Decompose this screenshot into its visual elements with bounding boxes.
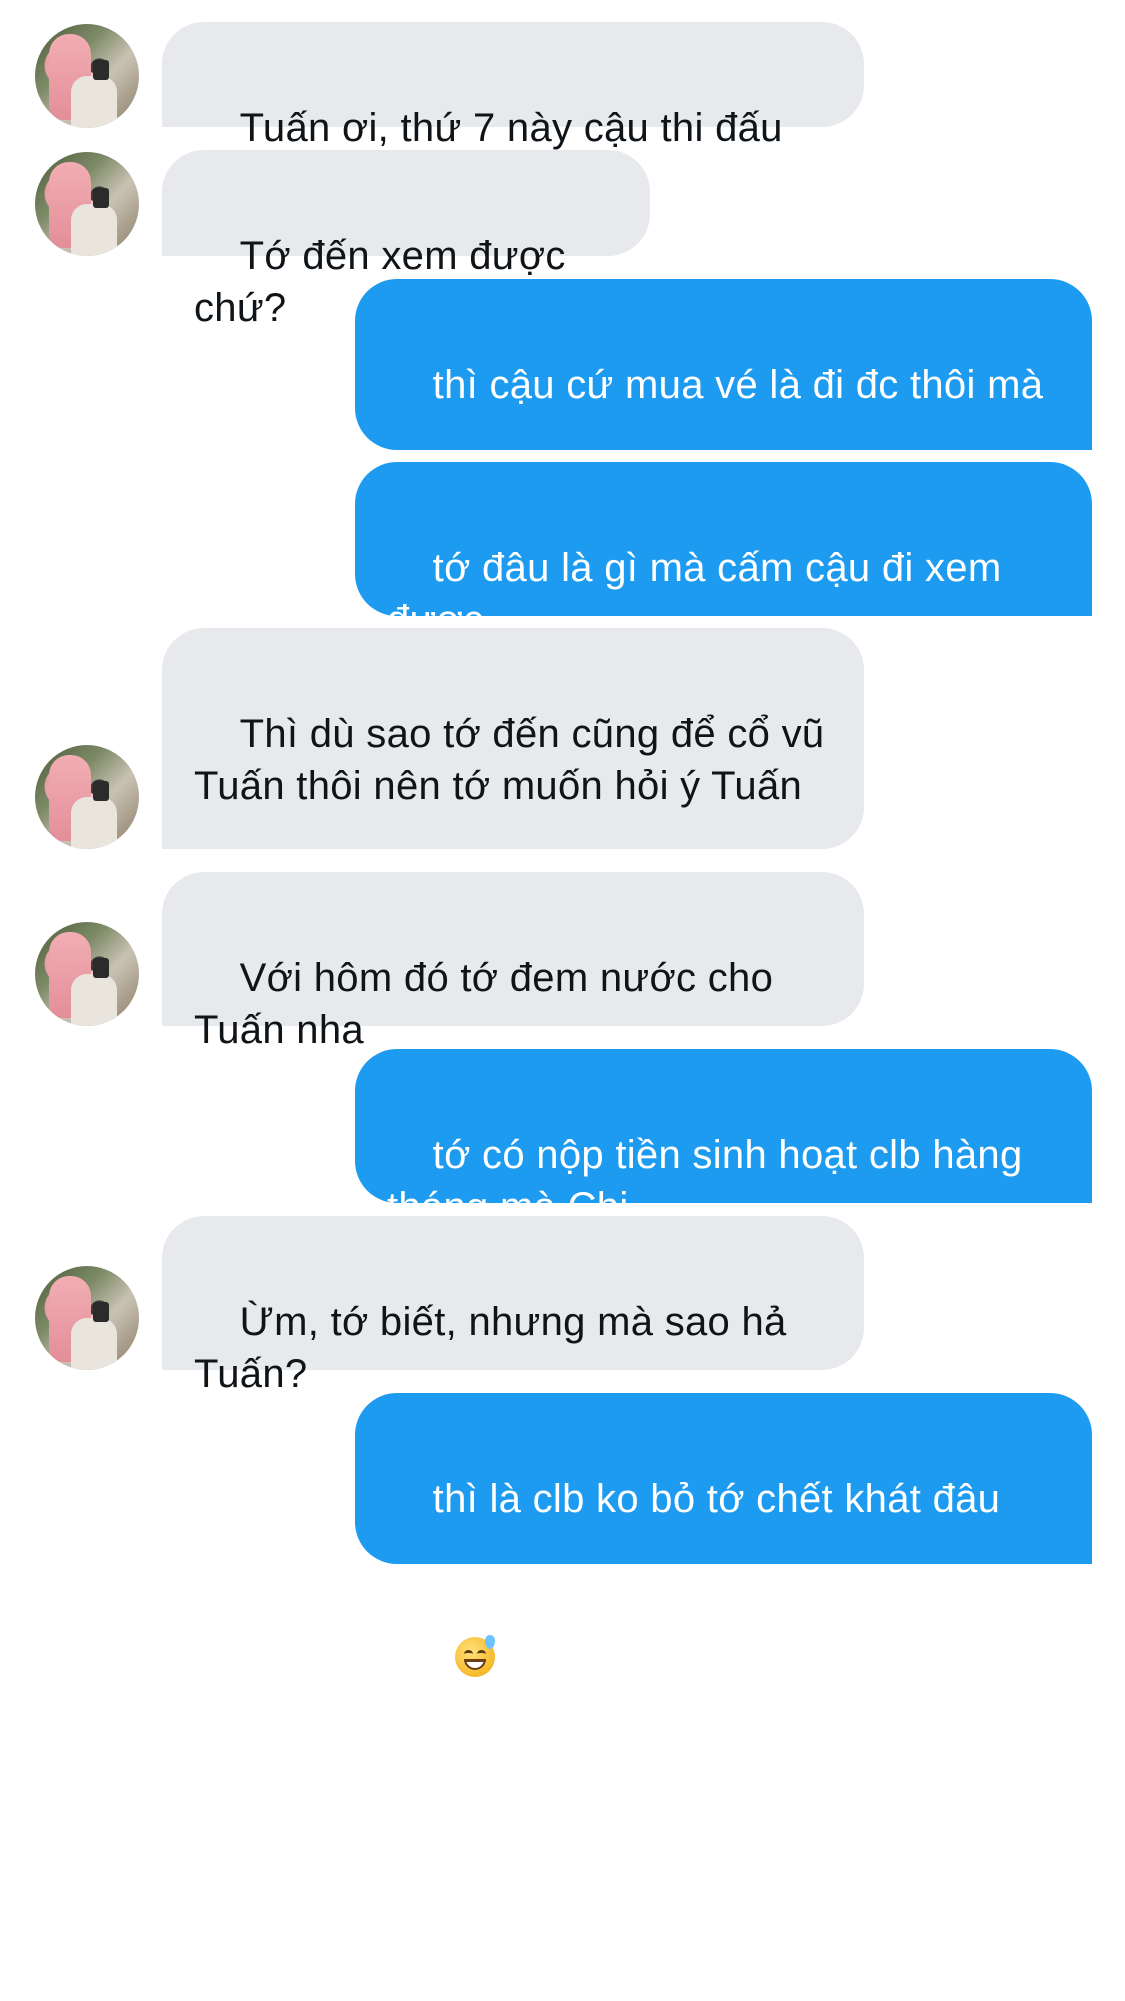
avatar[interactable]	[35, 24, 139, 128]
avatar[interactable]	[35, 745, 139, 849]
avatar[interactable]	[35, 152, 139, 256]
message-bubble-outgoing[interactable]: thì là clb ko bỏ tớ chết khát đâu	[355, 1393, 1092, 1677]
message-bubble-incoming[interactable]: Ừm, tớ biết, nhưng mà sao hả Tuấn?	[162, 1216, 864, 1396]
conversation-thread: Tuấn ơi, thứ 7 này cậu thi đấu hả? Tớ đế…	[0, 0, 1125, 1677]
avatar[interactable]	[35, 922, 139, 1026]
message-bubble-outgoing[interactable]: thì cậu cứ mua vé là đi đc thôi mà	[355, 279, 1092, 563]
message-bubble-incoming[interactable]: Thì dù sao tớ đến cũng để cổ vũ Tuấn thô…	[162, 628, 864, 964]
avatar[interactable]	[35, 1266, 139, 1370]
message-text: thì là clb ko bỏ tớ chết khát đâu	[432, 1477, 1001, 1521]
message-text: Ừm, tớ biết, nhưng mà sao hả Tuấn?	[194, 1300, 787, 1396]
grinning-face-with-sweat-icon	[455, 1635, 496, 1677]
message-text: thì cậu cứ mua vé là đi đc thôi mà	[432, 363, 1044, 407]
message-bubble-outgoing[interactable]: tớ có nộp tiền sinh hoạt clb hàng tháng …	[355, 1049, 1092, 1229]
message-bubble-incoming[interactable]: Tuấn ơi, thứ 7 này cậu thi đấu hả?	[162, 22, 864, 202]
message-bubble-incoming[interactable]: Tớ đến xem được chứ?	[162, 150, 650, 330]
message-bubble-outgoing[interactable]: tớ đâu là gì mà cấm cậu đi xem được	[355, 462, 1092, 642]
message-bubble-incoming[interactable]: Với hôm đó tớ đem nước cho Tuấn nha	[162, 872, 864, 1052]
message-text: Thì dù sao tớ đến cũng để cổ vũ Tuấn thô…	[194, 712, 825, 808]
